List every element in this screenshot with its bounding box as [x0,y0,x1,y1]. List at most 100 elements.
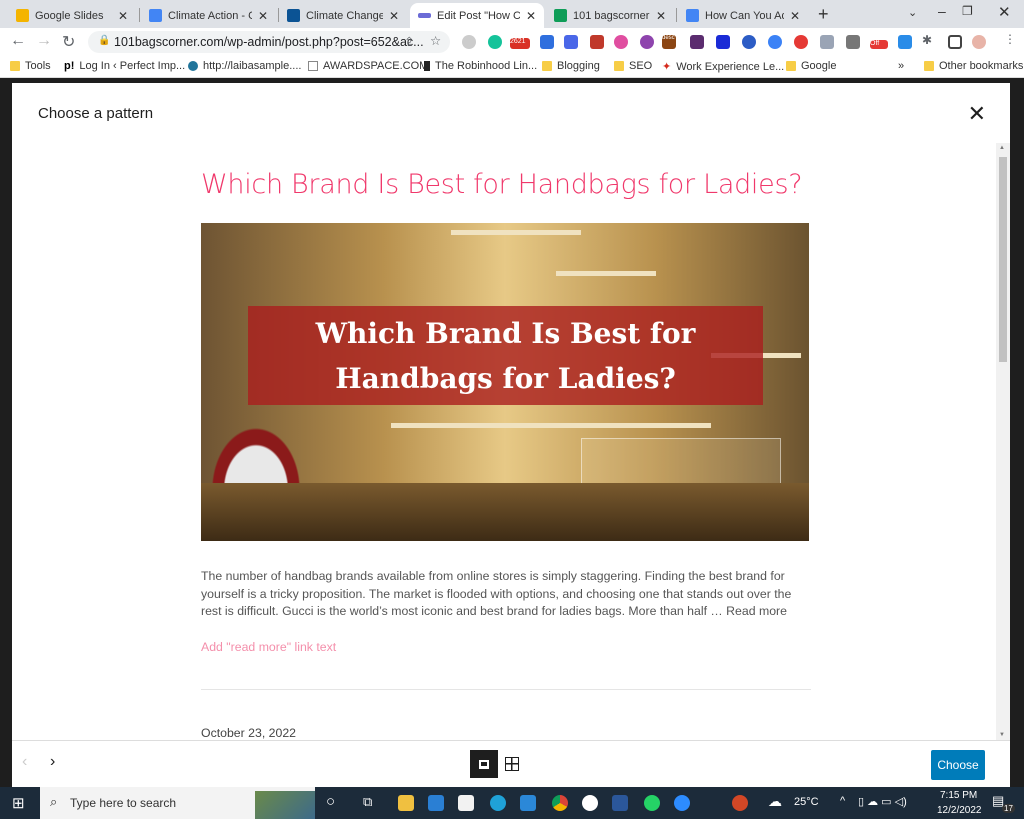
off-extension-icon[interactable]: Off [870,40,888,49]
docs-icon [686,9,699,22]
side-panel-icon[interactable] [948,35,962,49]
puzzle-icon[interactable]: ✱ [922,33,932,47]
new-tab-icon[interactable]: + [818,4,829,25]
bookmark-label: AWARDSPACE.COM [323,60,429,72]
taskbar-search-input[interactable]: ⌕ Type here to search [40,787,315,819]
desc-extension-icon[interactable]: desc [662,35,676,49]
word-icon[interactable] [612,795,628,811]
tab-climate-change[interactable]: Climate Change - U ✕ [279,3,407,28]
weather-temp[interactable]: 25°C [794,796,819,808]
notification-count: 17 [1002,804,1015,813]
image-title-banner: Which Brand Is Best for Handbags for Lad… [248,306,763,405]
close-tab-icon[interactable]: ✕ [526,9,536,23]
vscode-icon[interactable] [428,795,444,811]
bookmark-item[interactable]: ✦ Work Experience Le... [662,60,784,74]
other-bookmarks[interactable]: Other bookmarks [924,60,1023,72]
extension-icon[interactable] [462,35,476,49]
mail-extension-icon[interactable]: 2621 [510,38,530,49]
image-text: Handbags for Ladies? [335,361,676,395]
edge-icon[interactable] [490,795,506,811]
more-bookmarks-button[interactable]: » [898,60,904,72]
extension-icon[interactable] [640,35,654,49]
bookmark-item[interactable]: Tools [10,60,51,72]
extension-icon[interactable] [898,35,912,49]
back-icon[interactable]: ← [10,32,26,50]
store-icon[interactable] [458,795,474,811]
zoom-icon[interactable] [674,795,690,811]
file-explorer-icon[interactable] [398,795,414,811]
restore-icon[interactable]: ❐ [962,4,973,18]
cortana-icon[interactable]: ○ [326,793,335,810]
modal-title: Choose a pattern [38,104,154,122]
extension-icon[interactable] [846,35,860,49]
close-tab-icon[interactable]: ✕ [118,9,128,23]
extension-icon[interactable] [768,35,782,49]
shield-icon[interactable] [820,35,834,49]
bookmark-item[interactable]: p! Log In ‹ Perfect Imp... [64,60,185,72]
single-view-button[interactable] [470,750,498,778]
clock-date[interactable]: 12/2/2022 [937,805,982,816]
scroll-up-icon[interactable]: ▲ [999,145,1005,151]
site-icon [424,61,430,71]
tab-101-bagscorner[interactable]: 101 bagscorner - G ✕ [546,3,674,28]
minimize-icon[interactable]: – [938,3,946,19]
search-placeholder: Type here to search [70,796,177,810]
windows-taskbar: ⊞ ⌕ Type here to search ○ ⧉ ☁ 25°C ^ ▯ ☁… [0,787,1024,819]
bookmark-item[interactable]: SEO [614,60,652,72]
grid-view-icon[interactable] [505,757,519,771]
scroll-down-icon[interactable]: ▼ [999,732,1005,738]
bookmark-star-icon[interactable]: ☆ [430,33,441,48]
previous-icon[interactable]: ‹ [22,753,27,771]
menu-icon[interactable]: ⋮ [1004,32,1016,46]
extension-icon[interactable] [614,35,628,49]
tray-icons[interactable]: ▯ ☁ ▭ ◁) [858,795,907,808]
close-tab-icon[interactable]: ✕ [656,9,666,23]
close-icon[interactable]: ✕ [968,101,986,127]
share-icon[interactable]: ⇪ [404,34,414,49]
tab-search-icon[interactable]: ⌄ [908,6,917,19]
folder-icon [614,61,624,71]
task-view-icon[interactable]: ⧉ [363,794,372,810]
forward-icon[interactable]: → [36,32,52,50]
whatsapp-icon[interactable] [644,795,660,811]
extension-icon[interactable] [590,35,604,49]
bookmark-item[interactable]: http://laibasample.... [188,60,301,72]
tab-how-can-you-add[interactable]: How Can You Add a ✕ [678,3,808,28]
close-tab-icon[interactable]: ✕ [258,9,268,23]
next-icon[interactable]: › [50,753,55,771]
extension-icon[interactable] [794,35,808,49]
windows-start-icon[interactable]: ⊞ [12,794,25,812]
powerpoint-icon[interactable] [732,795,748,811]
folder-icon [10,61,20,71]
bookmark-item[interactable]: Blogging [542,60,600,72]
chrome-icon[interactable] [552,795,568,811]
extension-icon[interactable] [564,35,578,49]
window-close-icon[interactable]: ✕ [998,3,1011,21]
tab-google-slides[interactable]: Google Slides ✕ [8,3,136,28]
tab-title: How Can You Add a [705,9,784,22]
close-tab-icon[interactable]: ✕ [389,9,399,23]
bookmark-label: The Robinhood Lin... [435,60,538,72]
slack-icon[interactable] [582,795,598,811]
extension-icon[interactable] [690,35,704,49]
tab-climate-action[interactable]: Climate Action - Go ✕ [141,3,276,28]
extension-icon[interactable] [716,35,730,49]
bookmark-item[interactable]: The Robinhood Lin... [424,60,537,72]
choose-button[interactable]: Choose [931,750,985,780]
reload-icon[interactable]: ↻ [62,32,75,52]
extension-icon[interactable] [742,35,756,49]
weather-icon[interactable]: ☁ [768,793,782,810]
url-input[interactable]: 🔒 101bagscorner.com/wp-admin/post.php?po… [88,31,450,53]
grammarly-icon[interactable] [488,35,502,49]
tab-edit-post[interactable]: Edit Post "How Can ✕ [410,3,544,28]
bookmark-item[interactable]: AWARDSPACE.COM [308,60,428,72]
mail-icon[interactable] [520,795,536,811]
avatar[interactable] [972,35,986,49]
tray-chevron-icon[interactable]: ^ [840,795,845,807]
extension-icon[interactable] [540,35,554,49]
scrollbar-thumb[interactable] [999,157,1007,362]
scrollbar[interactable]: ▲ ▼ [996,143,1010,740]
bookmark-item[interactable]: Google [786,60,836,72]
clock-time[interactable]: 7:15 PM [940,790,977,801]
close-tab-icon[interactable]: ✕ [790,9,800,23]
